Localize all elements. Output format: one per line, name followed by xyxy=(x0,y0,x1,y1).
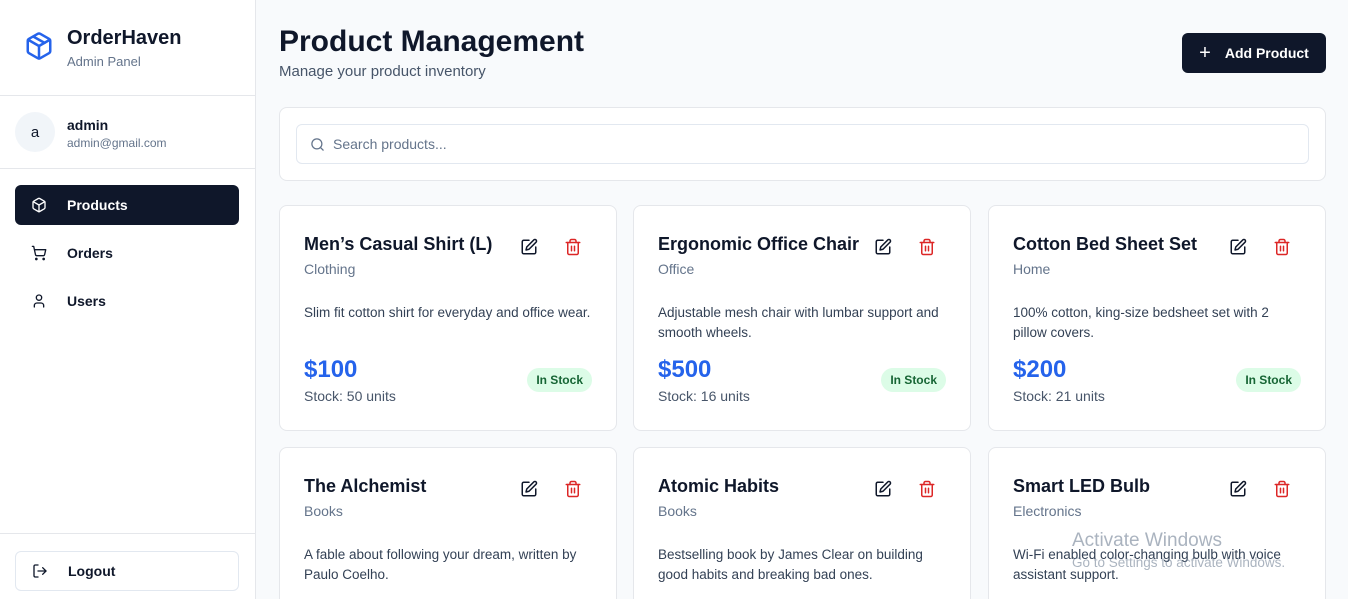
brand-title: OrderHaven xyxy=(67,27,182,49)
trash-icon[interactable] xyxy=(918,238,936,256)
avatar: a xyxy=(15,112,55,152)
product-description: Slim fit cotton shirt for everyday and o… xyxy=(304,305,591,320)
logout-icon xyxy=(33,564,47,578)
trash-icon[interactable] xyxy=(564,480,582,498)
sidebar-item-users[interactable]: Users xyxy=(15,281,239,321)
user-icon xyxy=(33,294,45,308)
logout-button[interactable]: Logout xyxy=(15,551,239,591)
edit-icon[interactable] xyxy=(520,480,538,498)
brand-header: OrderHaven Admin Panel xyxy=(0,0,255,96)
logout-label: Logout xyxy=(68,563,116,579)
user-name: admin xyxy=(67,117,109,133)
product-card: The Alchemist Books A fable about follow… xyxy=(279,447,617,599)
cart-icon xyxy=(31,245,47,261)
page-title: Product Management xyxy=(279,25,585,58)
product-card: Smart LED Bulb Electronics Wi-Fi enabled… xyxy=(988,447,1326,599)
product-category: Office xyxy=(658,261,695,277)
product-description: Bestselling book by James Clear on build… xyxy=(658,547,923,582)
status-badge: In Stock xyxy=(1236,368,1301,392)
edit-icon[interactable] xyxy=(1229,238,1247,256)
trash-icon[interactable] xyxy=(1273,238,1291,256)
search-box xyxy=(296,124,1309,164)
product-name: Atomic Habits xyxy=(658,476,780,496)
add-product-label: Add Product xyxy=(1224,45,1309,61)
edit-icon[interactable] xyxy=(1229,480,1247,498)
product-card: Ergonomic Office Chair Office Adjustable… xyxy=(633,205,971,431)
activation-watermark-text: Go to Settings to activate Windows. xyxy=(1072,555,1286,570)
page-subtitle: Manage your product inventory xyxy=(279,63,486,80)
sidebar-item-orders[interactable]: Orders xyxy=(15,233,239,273)
product-name: Smart LED Bulb xyxy=(1013,476,1151,496)
brand-subtitle: Admin Panel xyxy=(67,54,141,69)
product-stock: Stock: 16 units xyxy=(658,388,750,404)
product-card: Men’s Casual Shirt (L) Clothing Slim fit… xyxy=(279,205,617,431)
edit-icon[interactable] xyxy=(874,480,892,498)
search-card xyxy=(279,107,1326,181)
package-logo-icon xyxy=(26,32,52,60)
product-description: 100% cotton, king-size bedsheet set with… xyxy=(1013,305,1269,340)
sidebar-item-label: Orders xyxy=(67,245,113,261)
sidebar: OrderHaven Admin Panel a admin admin@gma… xyxy=(0,0,256,599)
sidebar-item-label: Products xyxy=(67,197,128,213)
product-name: Ergonomic Office Chair xyxy=(658,234,860,254)
product-card: Atomic Habits Books Bestselling book by … xyxy=(633,447,971,599)
product-category: Books xyxy=(658,503,697,519)
trash-icon[interactable] xyxy=(564,238,582,256)
edit-icon[interactable] xyxy=(874,238,892,256)
sidebar-item-label: Users xyxy=(67,293,106,309)
package-icon xyxy=(32,197,46,213)
product-card: Cotton Bed Sheet Set Home 100% cotton, k… xyxy=(988,205,1326,431)
product-name: Men’s Casual Shirt (L) xyxy=(304,234,493,254)
search-input[interactable] xyxy=(333,125,1293,163)
product-stock: Stock: 50 units xyxy=(304,388,396,404)
trash-icon[interactable] xyxy=(1273,480,1291,498)
status-badge: In Stock xyxy=(881,368,946,392)
app-root: OrderHaven Admin Panel a admin admin@gma… xyxy=(0,0,1348,599)
product-price: $200 xyxy=(1013,356,1067,383)
product-price: $100 xyxy=(304,356,358,383)
product-category: Electronics xyxy=(1013,503,1082,519)
product-name: Cotton Bed Sheet Set xyxy=(1013,234,1198,254)
sidebar-nav: Products Orders Users xyxy=(15,185,239,329)
trash-icon[interactable] xyxy=(918,480,936,498)
product-price: $500 xyxy=(658,356,712,383)
product-name: The Alchemist xyxy=(304,476,427,496)
sidebar-item-products[interactable]: Products xyxy=(15,185,239,225)
status-badge: In Stock xyxy=(527,368,592,392)
user-email: admin@gmail.com xyxy=(67,136,167,150)
product-category: Home xyxy=(1013,261,1051,277)
product-category: Clothing xyxy=(304,261,356,277)
product-description: Adjustable mesh chair with lumbar suppor… xyxy=(658,305,939,340)
plus-icon: + xyxy=(1199,42,1211,64)
product-description: A fable about following your dream, writ… xyxy=(304,547,577,582)
add-product-button[interactable]: + Add Product xyxy=(1182,33,1326,73)
product-stock: Stock: 21 units xyxy=(1013,388,1105,404)
activation-watermark-title: Activate Windows xyxy=(1072,530,1222,551)
product-category: Books xyxy=(304,503,343,519)
search-icon xyxy=(311,138,324,151)
sidebar-footer: Logout xyxy=(0,533,255,599)
edit-icon[interactable] xyxy=(520,238,538,256)
